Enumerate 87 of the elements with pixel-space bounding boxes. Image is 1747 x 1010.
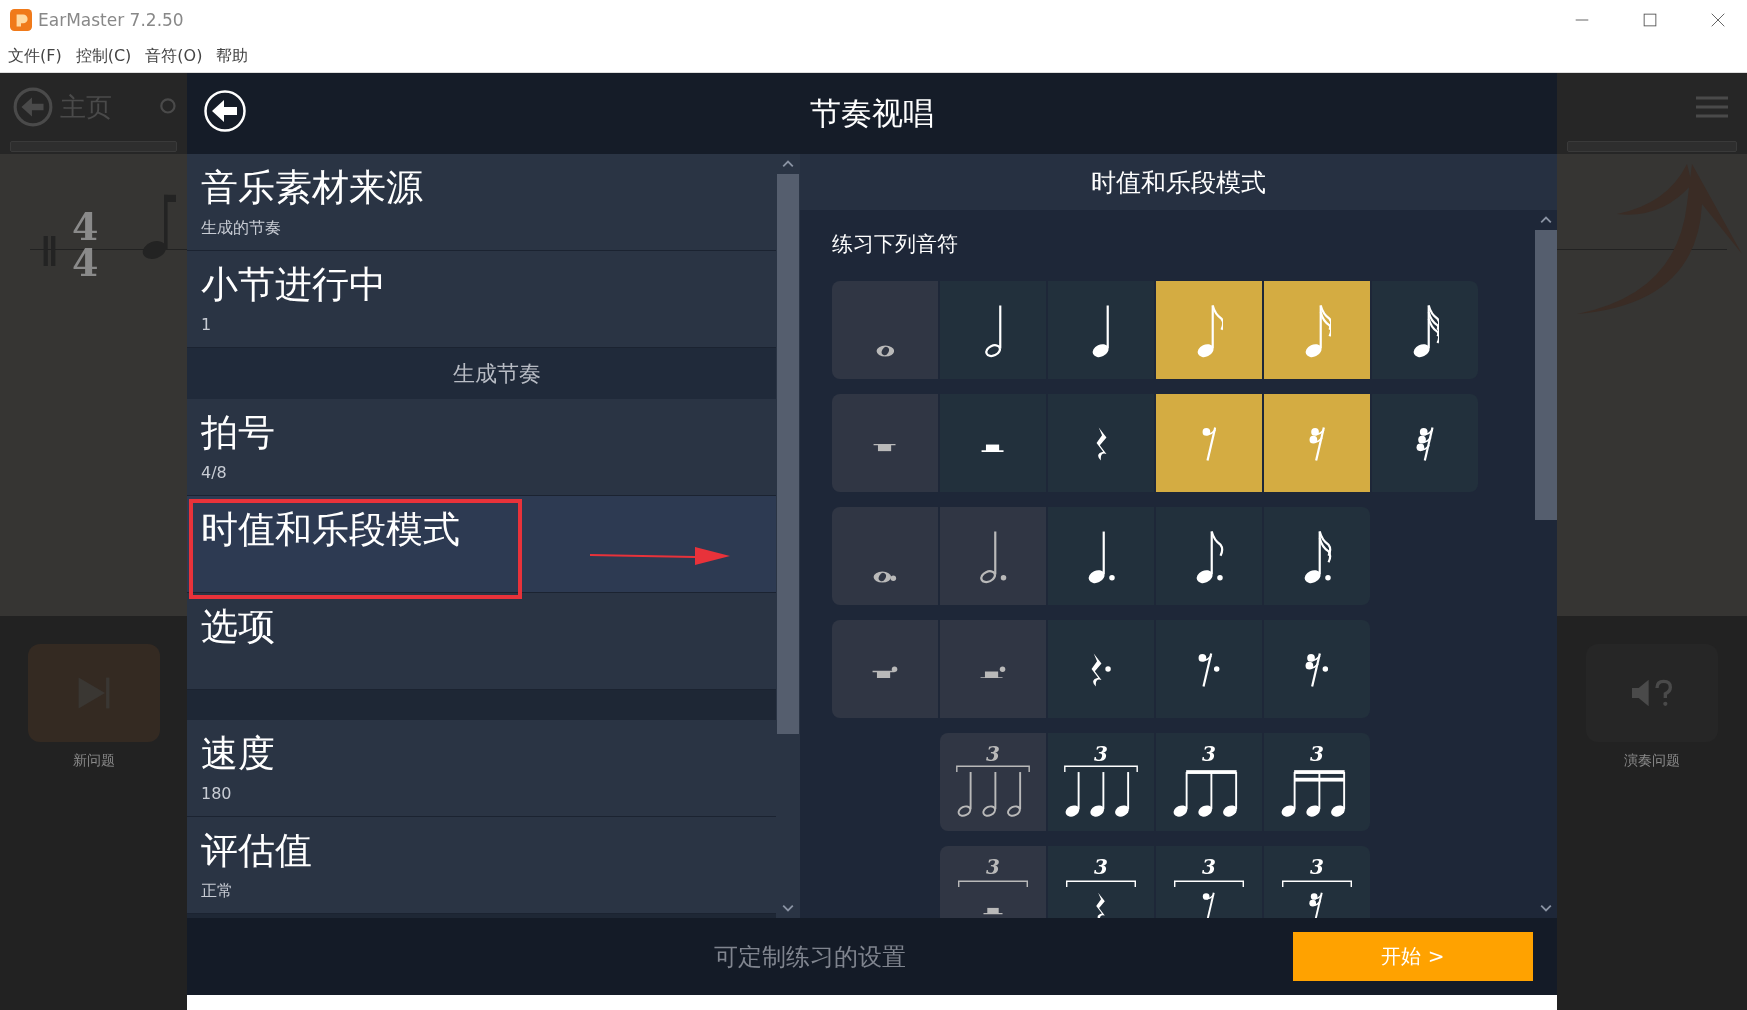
rest-icon — [1309, 426, 1325, 461]
note-icon — [875, 344, 895, 357]
scrollbar[interactable] — [776, 154, 800, 918]
scroll-down-icon[interactable] — [782, 904, 794, 912]
menu-item[interactable]: 控制(C) — [75, 45, 132, 67]
rest-icon — [1202, 426, 1216, 461]
note-value-toggle[interactable]: 3 — [1156, 733, 1262, 831]
setting-title: 速度 — [201, 731, 276, 777]
triplet-number: 3 — [1094, 743, 1108, 765]
setting-value: 180 — [201, 784, 233, 803]
note-value-toggle[interactable] — [940, 394, 1046, 492]
settings-item[interactable]: 时值和乐段模式 — [187, 496, 776, 593]
setting-title: 时值和乐段模式 — [201, 507, 461, 553]
note-value-toggle[interactable] — [1156, 281, 1262, 379]
scroll-up-icon[interactable] — [782, 160, 794, 168]
note-value-toggle[interactable]: 3 — [1048, 846, 1154, 918]
play-question-label: 演奏问题 — [1624, 752, 1680, 770]
note-value-toggle[interactable] — [1372, 394, 1478, 492]
note-value-toggle[interactable] — [1264, 394, 1370, 492]
scrollbar-thumb[interactable] — [1534, 230, 1557, 520]
menu-item[interactable]: 音符(O) — [145, 45, 203, 67]
note-value-toggle[interactable] — [1048, 281, 1154, 379]
note-icon — [983, 305, 1003, 359]
close-icon[interactable] — [1709, 11, 1727, 29]
triplet-number: 3 — [1094, 856, 1108, 878]
rest-icon — [872, 665, 898, 679]
setting-value: 4/8 — [201, 463, 228, 482]
settings-item[interactable]: 评估值 正常 — [187, 817, 776, 914]
settings-item[interactable]: 速度 180 — [187, 720, 776, 817]
note-value-toggle[interactable] — [1372, 281, 1478, 379]
dialog-title: 节奏视唱 — [810, 93, 934, 133]
note-value-toggle[interactable]: 3 — [1048, 733, 1154, 831]
menu-item[interactable]: 帮助 — [216, 45, 249, 67]
setting-title: 拍号 — [201, 410, 276, 456]
note-icon — [979, 531, 1007, 585]
maximize-icon[interactable] — [1641, 11, 1659, 29]
note-value-toggle[interactable] — [1264, 281, 1370, 379]
rest-icon — [1416, 426, 1434, 461]
setting-value: 生成的节奏 — [201, 218, 282, 239]
note-value-toggle[interactable] — [1264, 620, 1370, 718]
window-title: EarMaster 7.2.50 — [38, 10, 184, 30]
new-question-label: 新问题 — [72, 752, 115, 770]
setting-value: 1 — [201, 315, 213, 334]
triplet-number: 3 — [1202, 743, 1216, 765]
note-value-toggle[interactable] — [1048, 620, 1154, 718]
setting-title: 音乐素材来源 — [201, 165, 424, 211]
note-value-toggle[interactable] — [1156, 394, 1262, 492]
setting-value: 正常 — [201, 881, 234, 902]
triplet-number: 3 — [986, 856, 1000, 878]
note-value-toggle[interactable] — [1156, 507, 1262, 605]
triplet-number: 3 — [986, 743, 1000, 765]
triplet-number: 3 — [1202, 856, 1216, 878]
footer-hint: 可定制练习的设置 — [713, 941, 907, 973]
settings-item[interactable]: 音乐素材来源 生成的节奏 — [187, 154, 776, 251]
settings-item[interactable]: 选项 — [187, 593, 776, 690]
triplet-number: 3 — [1310, 856, 1324, 878]
setting-title: 选项 — [201, 604, 276, 650]
section-header: 生成节奏 — [187, 348, 776, 399]
note-value-toggle[interactable]: 3 — [1156, 846, 1262, 918]
note-value-toggle[interactable] — [1156, 620, 1262, 718]
scroll-down-icon[interactable] — [1539, 904, 1552, 912]
time-signature: 4 4 — [72, 209, 99, 281]
note-icon — [873, 570, 897, 583]
note-value-toggle[interactable] — [1048, 394, 1154, 492]
note-value-toggle[interactable]: 3 — [1264, 846, 1370, 918]
rest-icon — [1305, 652, 1329, 687]
setting-title: 评估值 — [201, 828, 313, 874]
menu-icon — [1695, 95, 1729, 119]
scroll-up-icon[interactable] — [1539, 216, 1552, 224]
settings-item[interactable]: 拍号 4/8 — [187, 399, 776, 496]
scrollbar-thumb[interactable] — [777, 174, 799, 734]
settings-item[interactable]: 小节进行中 1 — [187, 251, 776, 348]
app-logo-icon — [10, 9, 32, 31]
back-button[interactable] — [203, 89, 247, 133]
setting-title: 小节进行中 — [201, 262, 387, 308]
note-value-toggle[interactable]: 3 — [1264, 733, 1370, 831]
panel-title: 时值和乐段模式 — [1091, 166, 1266, 199]
rest-icon — [873, 444, 897, 453]
rest-icon — [981, 444, 1005, 453]
note-value-toggle[interactable] — [1264, 507, 1370, 605]
note-value-toggle[interactable] — [940, 281, 1046, 379]
rest-icon — [1198, 652, 1220, 687]
menu-item[interactable]: 文件(F) — [8, 45, 62, 67]
note-value-toggle[interactable] — [1048, 507, 1154, 605]
prompt-label: 练习下列音符 — [832, 231, 959, 258]
triplet-number: 3 — [1310, 743, 1324, 765]
rest-icon — [980, 665, 1006, 679]
